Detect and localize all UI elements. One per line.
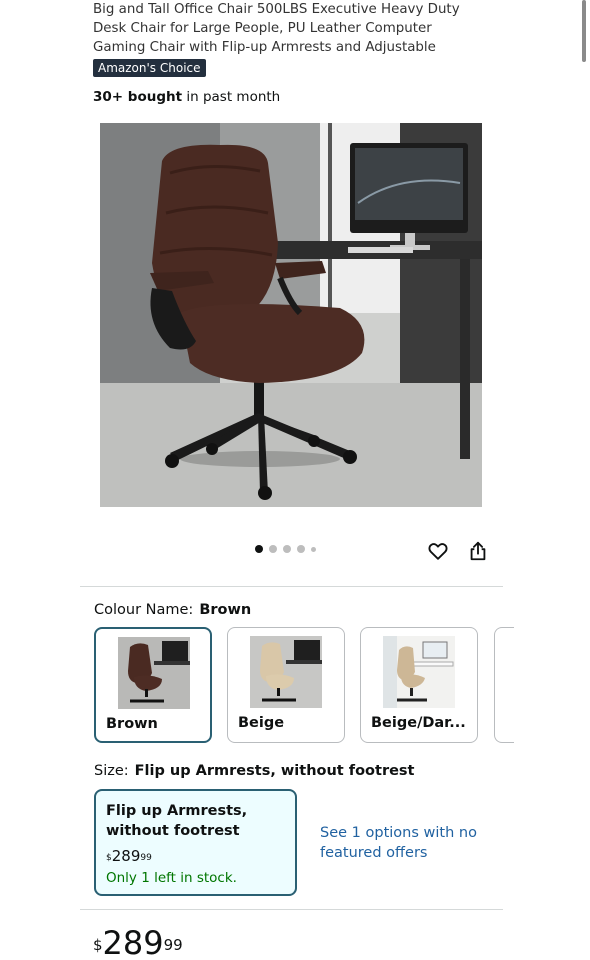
size-selected-value: Flip up Armrests, without footrest [134,763,415,779]
swatch-label: Brown [106,716,158,732]
heart-icon[interactable] [427,540,449,562]
page-scrollbar[interactable] [582,0,586,62]
stock-status: Only 1 left in stock. [106,870,237,886]
carousel-dot-5[interactable] [311,546,316,552]
amazons-choice-badge: Amazon's Choice [93,59,206,77]
share-icon[interactable] [467,540,489,562]
swatch-label: Beige [238,715,285,731]
carousel-dot-2[interactable] [269,545,277,553]
size-option-price: $28999 [106,845,152,867]
product-image[interactable] [100,123,482,507]
swatch-label: Beige/Dar... [371,715,466,731]
colour-selected-value: Brown [199,602,252,618]
size-label: Size: Flip up Armrests, without footrest [94,761,415,781]
size-option-selected[interactable]: Flip up Armrests, without footrest $2899… [94,789,297,896]
carousel-dot-4[interactable] [297,545,305,553]
size-price-fraction: 99 [140,853,152,863]
divider [80,909,503,910]
bought-suffix: in past month [182,89,281,105]
product-image-illustration [100,123,482,507]
colour-swatch-brown[interactable]: Brown [94,627,212,743]
swatch-thumbnail-brown [118,637,190,709]
colour-label-text: Colour Name: [94,602,194,618]
carousel-dot-1[interactable] [255,545,263,553]
size-label-text: Size: [94,763,129,779]
swatch-thumbnail-beige [250,636,322,708]
bought-count: 30+ bought [93,89,183,105]
price-whole: 289 [102,924,164,960]
divider [80,586,503,587]
colour-swatch-beige[interactable]: Beige [227,627,345,743]
bought-in-past-month: 30+ bought in past month [93,87,280,107]
image-carousel-dots[interactable] [255,545,316,553]
size-price-whole: 289 [111,847,141,865]
colour-name-label: Colour Name: Brown [94,600,251,620]
carousel-dot-3[interactable] [283,545,291,553]
product-price: $28999 [93,923,183,960]
colour-swatch-beige-dark[interactable]: Beige/Dar... [360,627,478,743]
size-price-symbol: $ [106,853,112,863]
price-fraction: 99 [163,936,183,954]
swatch-thumbnail-beige-dark [383,636,455,708]
colour-swatch-next-partial[interactable] [494,627,514,743]
price-symbol: $ [93,936,103,954]
see-options-link[interactable]: See 1 options with no featured offers [320,823,490,863]
size-option-name: Flip up Armrests, without footrest [106,803,248,839]
